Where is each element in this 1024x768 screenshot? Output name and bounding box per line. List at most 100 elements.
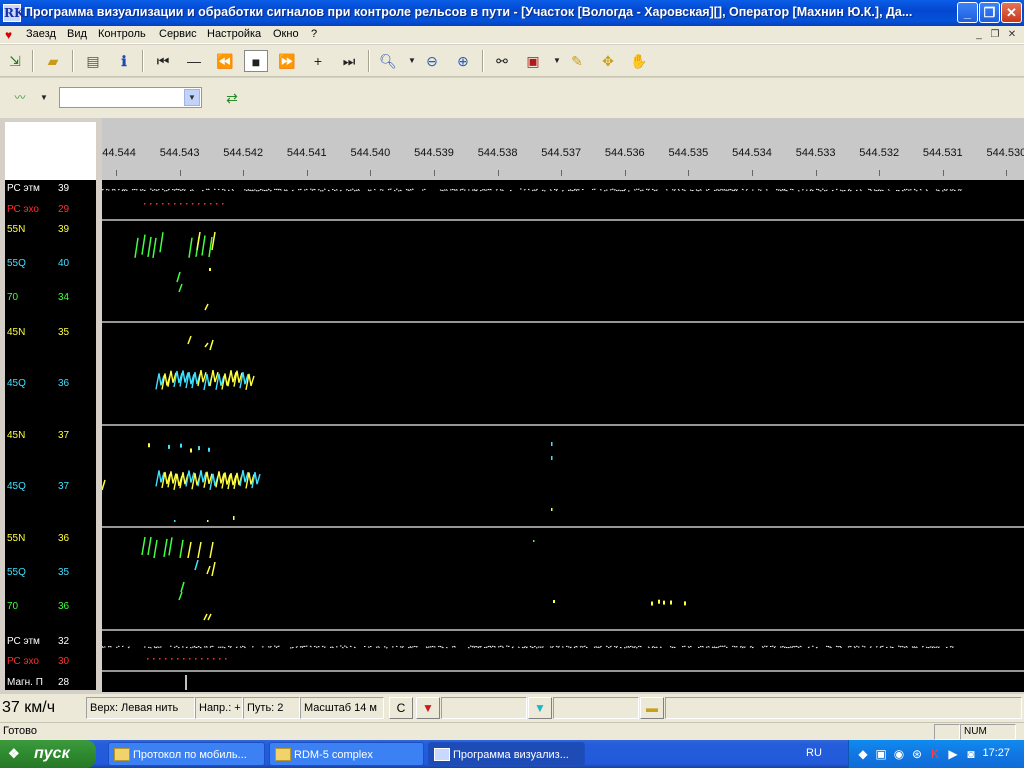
ruler-icon[interactable]: ▬ [640, 697, 664, 719]
signal-trace [631, 646, 634, 648]
title-bar[interactable]: RK Программа визуализации и обработки си… [0, 0, 1024, 26]
cyan-marker-icon[interactable]: ▼ [528, 697, 552, 719]
menu-item-help[interactable]: ? [311, 28, 317, 40]
signal-trace [257, 189, 260, 192]
signal-trace [395, 645, 398, 648]
signal-trace [911, 646, 914, 649]
signal-trace [875, 645, 878, 648]
signal-trace [815, 646, 818, 649]
tray-shield-icon[interactable]: ◆ [855, 746, 871, 762]
b-scan-display[interactable] [102, 180, 1024, 692]
rewind-icon[interactable]: ⏪ [213, 50, 237, 72]
tray-network-icon[interactable]: ▣ [873, 746, 889, 762]
signal-trace [259, 188, 262, 191]
echo-signal [209, 339, 214, 351]
step-plus-icon[interactable]: + [306, 50, 330, 72]
zoom-in-icon[interactable]: ⊕ [451, 50, 475, 72]
signal-trace [937, 189, 940, 192]
signal-trace [575, 645, 578, 648]
signal-trace [349, 645, 352, 648]
signal-trace [501, 646, 504, 648]
fast-forward-icon[interactable]: ⏩ [275, 50, 299, 72]
signal-trace [809, 188, 812, 192]
stop-icon[interactable]: ■ [244, 50, 268, 72]
open-folder-icon[interactable]: ▰ [41, 50, 65, 72]
go-first-icon[interactable]: ⏮ [151, 50, 175, 72]
ruler-tick-label: 544.537 [541, 147, 582, 159]
signal-trace [123, 189, 126, 192]
tray-antivirus-icon[interactable]: ⊛ [909, 746, 925, 762]
ready-status: Готово [3, 725, 37, 737]
signal-trace [279, 188, 282, 191]
zoom-out-icon[interactable]: ⊖ [420, 50, 444, 72]
tray-k-icon[interactable]: K [927, 746, 943, 762]
channel-label: РС этм [7, 183, 40, 194]
child-restore-icon[interactable]: ❐ [988, 28, 1002, 41]
close-button[interactable]: ✕ [1001, 2, 1022, 23]
signal-trace [681, 188, 684, 191]
menu-item-settings[interactable]: Настройка [207, 28, 261, 40]
signal-trace [839, 189, 842, 192]
c-button[interactable]: С [389, 697, 413, 719]
measure-icon[interactable]: ✎ [565, 50, 589, 72]
waveform-icon[interactable]: 〰 [8, 87, 32, 109]
red-marker-icon[interactable]: ▼ [416, 697, 440, 719]
cursor-cross-icon[interactable]: ✥ [596, 50, 620, 72]
signal-trace [665, 189, 668, 191]
tray-volume-icon[interactable]: ◉ [891, 746, 907, 762]
menu-item-zaezd[interactable]: Заезд [26, 28, 56, 40]
menu-item-service[interactable]: Сервис [159, 28, 197, 40]
child-window-icon[interactable]: ♥ [5, 28, 19, 42]
echo-signal [187, 541, 192, 559]
menu-item-control[interactable]: Контроль [98, 28, 146, 40]
import-icon[interactable]: ⇲ [3, 50, 27, 72]
menu-item-view[interactable]: Вид [67, 28, 87, 40]
tray-media-icon[interactable]: ▶ [945, 746, 961, 762]
echo-dot [207, 520, 209, 522]
signal-trace [689, 189, 692, 192]
signal-trace [671, 646, 674, 649]
signal-trace [461, 188, 464, 191]
signal-trace [869, 188, 872, 192]
signal-trace [441, 189, 444, 192]
step-minus-icon[interactable]: — [182, 50, 206, 72]
track-select[interactable]: ▼ [59, 87, 202, 108]
signal-trace [175, 188, 178, 191]
channel-value: 36 [58, 601, 70, 612]
chevron-down-icon[interactable]: ▼ [184, 89, 200, 106]
child-minimize-icon[interactable]: _ [972, 28, 986, 41]
signal-trace [669, 645, 672, 648]
minimize-button[interactable]: _ [957, 2, 978, 23]
signal-trace [575, 188, 578, 192]
waveform-dropdown-icon[interactable]: ▼ [32, 87, 56, 109]
info-icon[interactable]: ℹ [112, 50, 136, 72]
signal-trace [835, 188, 838, 191]
print-icon[interactable]: ▤ [81, 50, 105, 72]
task-rdm5[interactable]: RDM-5 complex [269, 742, 424, 766]
signal-trace [735, 189, 738, 192]
signal-trace [695, 189, 698, 192]
language-indicator[interactable]: RU [806, 747, 822, 759]
tray-monitor-icon[interactable]: ◙ [963, 746, 979, 762]
signal-trace [831, 189, 834, 192]
swap-arrows-icon[interactable]: ⇄ [220, 87, 244, 109]
echo-dot [233, 516, 235, 520]
maximize-button[interactable]: ❐ [979, 2, 1000, 23]
signal-trace [903, 188, 906, 191]
channel-label: 70 [7, 292, 19, 303]
go-last-icon[interactable]: ⏭ [337, 50, 361, 72]
menu-item-window[interactable]: Окно [273, 28, 299, 40]
signal-trace [415, 645, 418, 648]
channel-label: РС этм [7, 636, 40, 647]
binoculars-icon[interactable]: ⚯ [490, 50, 514, 72]
hand-pan-icon[interactable]: ✋ [627, 50, 651, 72]
bookmark-icon[interactable]: ▣ [521, 50, 545, 72]
child-close-icon[interactable]: ✕ [1005, 28, 1019, 41]
signal-trace [683, 189, 686, 192]
signal-trace [647, 646, 650, 649]
start-button[interactable]: ❖ пуск [0, 740, 96, 768]
task-visualization[interactable]: Программа визуализ... [428, 742, 585, 766]
task-protocol[interactable]: Протокол по мобиль... [108, 742, 265, 766]
zoom-icon[interactable]: 🔍︎ [376, 50, 400, 72]
signal-trace [727, 189, 730, 191]
